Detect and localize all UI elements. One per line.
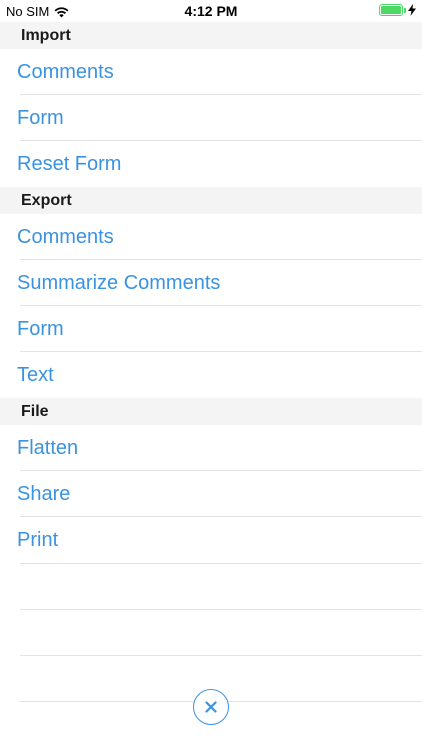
list-item-import-reset-form[interactable]: Reset Form xyxy=(0,141,422,187)
bolt-icon xyxy=(408,4,416,16)
list-item-label: Share xyxy=(17,482,71,505)
screen: No SIM 4:12 PM Import Comments Form Reset F… xyxy=(0,0,422,750)
section-header-file: File xyxy=(0,398,422,425)
empty-row xyxy=(0,609,422,655)
list-item-label: Form xyxy=(17,317,64,340)
list-item-label: Summarize Comments xyxy=(17,271,221,294)
battery-indicator xyxy=(379,4,416,16)
list-item-file-share[interactable]: Share xyxy=(0,471,422,517)
status-bar: No SIM 4:12 PM xyxy=(0,0,422,22)
list-item-label: Flatten xyxy=(17,436,79,459)
status-time: 4:12 PM xyxy=(184,3,238,19)
list-item-label: Text xyxy=(17,363,54,386)
list-item-file-print[interactable]: Print xyxy=(0,517,422,563)
close-icon xyxy=(205,701,217,713)
list-item-label: Comments xyxy=(17,225,114,248)
list-item-label: Reset Form xyxy=(17,152,122,175)
list-item-export-form[interactable]: Form xyxy=(0,306,422,352)
close-button[interactable] xyxy=(193,689,229,725)
list-item-label: Form xyxy=(17,106,64,129)
list-item-label: Comments xyxy=(17,60,114,83)
battery-icon xyxy=(379,4,403,16)
empty-row xyxy=(0,563,422,609)
section-header-import: Import xyxy=(0,22,422,49)
list-item-import-comments[interactable]: Comments xyxy=(0,49,422,95)
action-list: Import Comments Form Reset Form Export Commen… xyxy=(0,22,422,563)
list-item-export-comments[interactable]: Comments xyxy=(0,214,422,260)
list-item-export-summarize-comments[interactable]: Summarize Comments xyxy=(0,260,422,306)
list-item-import-form[interactable]: Form xyxy=(0,95,422,141)
list-item-label: Print xyxy=(17,528,59,551)
list-item-file-flatten[interactable]: Flatten xyxy=(0,425,422,471)
battery-tip xyxy=(404,7,406,13)
section-header-export: Export xyxy=(0,187,422,214)
battery-fill xyxy=(381,6,401,14)
list-item-export-text[interactable]: Text xyxy=(0,352,422,398)
